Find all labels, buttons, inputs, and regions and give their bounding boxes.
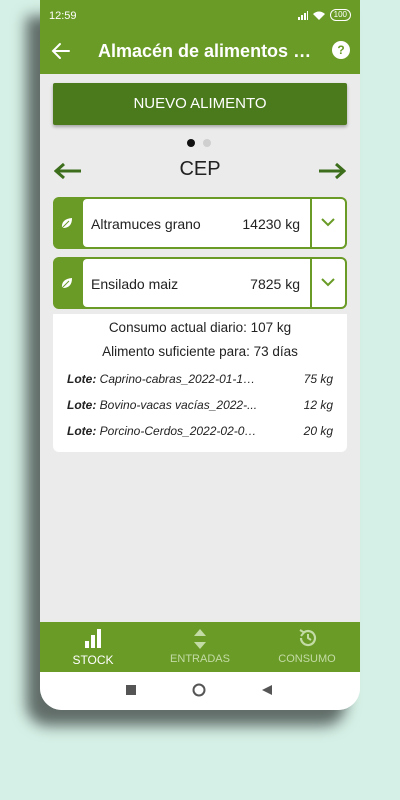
system-nav-bar xyxy=(40,672,360,710)
page-dot-active[interactable] xyxy=(187,139,195,147)
new-food-button[interactable]: NUEVO ALIMENTO xyxy=(53,83,347,125)
sort-arrows-icon xyxy=(194,629,206,649)
recent-apps-icon[interactable] xyxy=(126,685,136,695)
tab-label: ENTRADAS xyxy=(170,653,230,665)
tab-consumo[interactable]: CONSUMO xyxy=(254,622,360,672)
page-dot[interactable] xyxy=(203,139,211,147)
food-item-body[interactable]: Ensilado maiz 7825 kg xyxy=(83,259,310,307)
status-time: 12:59 xyxy=(49,10,77,22)
back-arrow-icon[interactable] xyxy=(50,40,72,62)
chevron-down-icon xyxy=(321,278,335,287)
chevron-down-icon xyxy=(321,218,335,227)
lot-quantity: 75 kg xyxy=(303,372,333,386)
food-item-body[interactable]: Altramuces grano 14230 kg xyxy=(83,199,310,247)
history-icon xyxy=(299,629,317,647)
arrow-right-icon[interactable] xyxy=(318,162,346,180)
tab-label: CONSUMO xyxy=(278,653,336,665)
app-bar: Almacén de alimentos - S... ? xyxy=(40,30,360,74)
food-item[interactable]: Ensilado maiz 7825 kg xyxy=(53,257,347,309)
lot-row: Lote: Porcino-Cerdos_2022-02-03... 20 kg xyxy=(67,424,333,438)
food-item-quantity: 7825 kg xyxy=(250,276,300,292)
lot-quantity: 12 kg xyxy=(303,398,333,412)
lot-quantity: 20 kg xyxy=(303,424,333,438)
daily-consumption: Consumo actual diario: 107 kg xyxy=(108,320,292,335)
bar-chart-icon xyxy=(85,629,101,648)
lot-name: Caprino-cabras_2022-01-10... xyxy=(99,372,260,386)
leaf-icon xyxy=(61,218,72,229)
help-icon[interactable]: ? xyxy=(332,41,350,59)
tab-label: STOCK xyxy=(72,653,114,667)
tab-entradas[interactable]: ENTRADAS xyxy=(147,622,253,672)
signal-icon xyxy=(297,10,308,20)
sufficient-days: Alimento suficiente para: 73 días xyxy=(102,344,298,359)
tab-stock[interactable]: STOCK xyxy=(40,622,146,672)
back-icon[interactable] xyxy=(262,685,272,695)
page-indicator xyxy=(187,139,211,147)
phone-screen: 12:59 100 Almacén de alimentos - S... ? … xyxy=(40,0,360,710)
page-title: Almacén de alimentos - S... xyxy=(98,41,316,61)
lot-label: Lote: xyxy=(67,424,97,438)
lot-row: Lote: Caprino-cabras_2022-01-10... 75 kg xyxy=(67,372,333,386)
expand-button[interactable] xyxy=(312,259,345,307)
expand-button[interactable] xyxy=(312,199,345,247)
food-item-name: Ensilado maiz xyxy=(91,276,179,292)
food-item-name: Altramuces grano xyxy=(91,216,201,232)
lot-row: Lote: Bovino-vacas vacías_2022-... 12 kg xyxy=(67,398,333,412)
food-item[interactable]: Altramuces grano 14230 kg xyxy=(53,197,347,249)
home-icon[interactable] xyxy=(192,683,206,697)
bottom-tab-bar: STOCK ENTRADAS CONSUMO xyxy=(40,622,360,672)
food-details-panel: Consumo actual diario: 107 kg Alimento s… xyxy=(53,314,347,452)
lot-label: Lote: xyxy=(67,398,97,412)
status-icons: 100 xyxy=(297,9,351,21)
lot-name: Bovino-vacas vacías_2022-... xyxy=(99,398,258,412)
status-bar: 12:59 100 xyxy=(40,0,360,30)
lot-name: Porcino-Cerdos_2022-02-03... xyxy=(99,424,260,438)
lot-label: Lote: xyxy=(67,372,97,386)
food-item-quantity: 14230 kg xyxy=(242,216,300,232)
battery-icon: 100 xyxy=(329,9,351,21)
leaf-icon xyxy=(61,278,72,289)
wifi-icon xyxy=(312,11,325,20)
section-title: CEP xyxy=(179,158,221,180)
main-content: NUEVO ALIMENTO CEP Altramuces grano 1423… xyxy=(40,74,360,622)
